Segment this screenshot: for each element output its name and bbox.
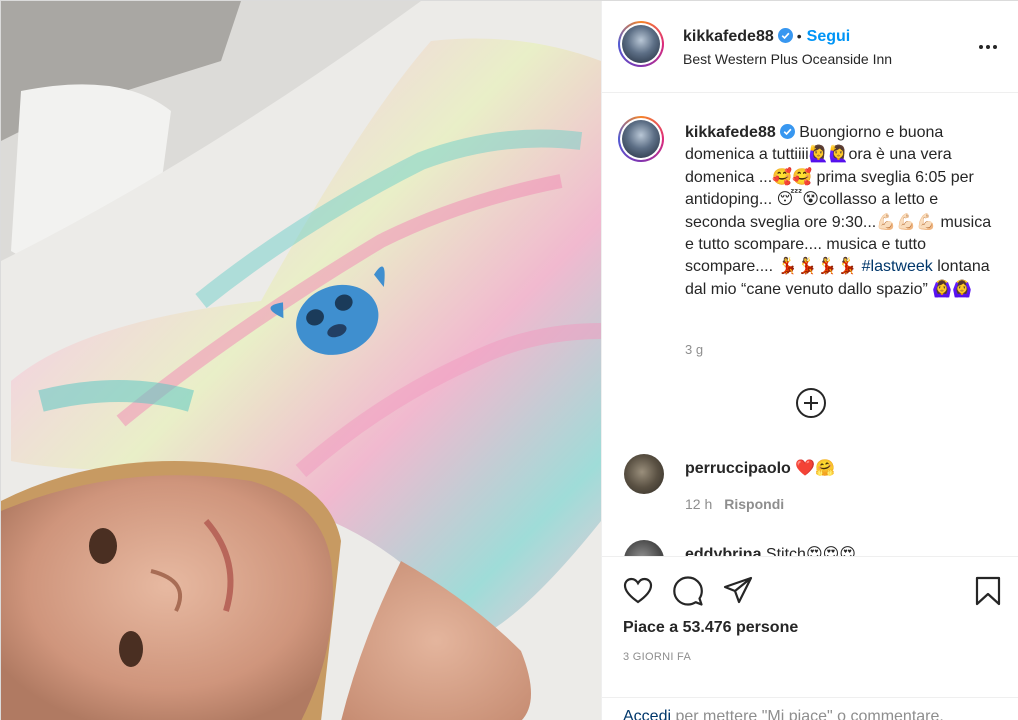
likes-suffix: persone	[731, 619, 799, 636]
caption-author-avatar[interactable]	[618, 116, 664, 162]
post-side-panel: kikkafede88 • Segui Best Western Plus Ocea…	[601, 1, 1018, 720]
login-prompt: Accedi per mettere "Mi piace" o commenta…	[602, 697, 1018, 720]
separator-dot: •	[796, 28, 802, 44]
comment: eddybrina Stitch😍😍😍	[685, 544, 856, 556]
comment-time: 12 h	[685, 496, 713, 512]
commenter-avatar[interactable]	[624, 540, 664, 556]
comment: perruccipaolo ❤️🤗	[685, 458, 835, 478]
post-date: 3 GIORNI FA	[623, 651, 692, 663]
author-username[interactable]: kikkafede88	[683, 28, 774, 45]
heart-icon[interactable]	[622, 575, 654, 607]
post-caption: kikkafede88 Buongiorno e buona domenica …	[685, 122, 995, 301]
caption-text: Buongiorno e buona domenica a tuttiiii🙋‍…	[685, 124, 992, 276]
caption-username[interactable]: kikkafede88	[685, 124, 776, 141]
comment-username[interactable]: perruccipaolo	[685, 460, 791, 477]
load-more-comments-icon[interactable]	[795, 387, 827, 419]
post-location[interactable]: Best Western Plus Oceanside Inn	[683, 51, 892, 67]
likes-prefix: Piace a	[623, 619, 683, 636]
share-icon[interactable]	[722, 575, 754, 607]
likes-number: 53.476	[682, 619, 732, 636]
comment-icon[interactable]	[672, 575, 704, 607]
comment-username[interactable]: eddybrina	[685, 546, 761, 556]
comments-section[interactable]: kikkafede88 Buongiorno e buona domenica …	[602, 94, 1018, 556]
login-prompt-text: per mettere "Mi piace" o commentare.	[671, 708, 944, 720]
comment-text: Stitch😍😍😍	[765, 546, 856, 556]
comment-text: ❤️🤗	[795, 460, 836, 477]
author-line: kikkafede88 • Segui	[683, 28, 850, 46]
caption-hashtag-link[interactable]: #lastweek	[862, 258, 933, 275]
caption-timestamp: 3 g	[685, 342, 704, 357]
verified-badge-icon	[777, 28, 793, 43]
commenter-avatar[interactable]	[624, 454, 664, 494]
post-header: kikkafede88 • Segui Best Western Plus Ocea…	[602, 1, 1018, 93]
follow-button[interactable]: Segui	[807, 28, 851, 45]
reply-button[interactable]: Rispondi	[724, 496, 784, 512]
comment-meta: 12 h Rispondi	[685, 496, 796, 512]
more-options-icon[interactable]	[978, 37, 998, 57]
verified-badge-icon	[779, 124, 795, 139]
bookmark-icon[interactable]	[972, 575, 1004, 607]
post-modal: kikkafede88 • Segui Best Western Plus Ocea…	[0, 0, 1018, 720]
likes-count[interactable]: Piace a 53.476 persone	[623, 619, 798, 637]
post-actions: Piace a 53.476 persone 3 GIORNI FA Acced…	[602, 556, 1018, 720]
photo-illustration	[1, 1, 601, 720]
author-avatar[interactable]	[618, 21, 664, 67]
login-link[interactable]: Accedi	[623, 708, 671, 720]
post-photo[interactable]	[1, 1, 601, 720]
